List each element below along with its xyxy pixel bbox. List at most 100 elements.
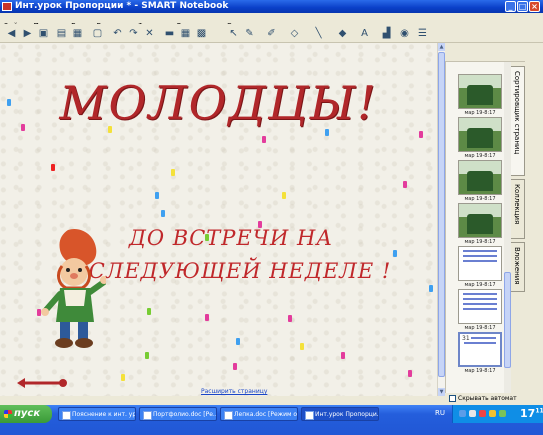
taskbar-item[interactable]: Лепка.doc [Режим о... xyxy=(220,407,298,421)
fill-icon[interactable]: ▟ xyxy=(380,27,393,40)
clock[interactable]: 1711 xyxy=(520,407,543,420)
page-thumbnail[interactable]: мар 19-8:17 xyxy=(458,160,502,203)
confetti xyxy=(419,131,423,138)
tab-attachments-label: Вложения xyxy=(513,247,521,285)
thumbnail-image xyxy=(458,117,502,152)
open-icon[interactable]: ▤ xyxy=(55,27,68,40)
confetti xyxy=(7,99,11,106)
side-tabs: Сортировщик страниц Коллекция Вложения xyxy=(511,62,525,393)
slide-heading: МОЛОДЦЫ! xyxy=(59,76,378,130)
confetti xyxy=(121,374,125,381)
taskbar-item-active[interactable]: Инт.урок Пропорци... xyxy=(301,407,379,421)
confetti xyxy=(429,285,433,292)
paste-icon[interactable]: ▢ xyxy=(91,27,104,40)
page-thumbnail[interactable]: мар 19-8:17 xyxy=(458,203,502,246)
thumbnail-date: мар 19-8:17 xyxy=(464,239,496,245)
forward-icon[interactable]: ▶ xyxy=(21,27,34,40)
redo-icon[interactable]: ↷ xyxy=(127,27,140,40)
tab-gallery[interactable]: Коллекция xyxy=(511,179,525,239)
maximize-button[interactable]: □ xyxy=(517,1,528,12)
minimize-button[interactable]: _ xyxy=(505,1,516,12)
thumbnail-image xyxy=(458,203,502,238)
add-page-icon[interactable]: ▣ xyxy=(37,27,50,40)
confetti xyxy=(341,352,345,359)
more-icon[interactable]: ☰ xyxy=(416,27,429,40)
confetti xyxy=(145,352,149,359)
confetti xyxy=(258,221,262,228)
shape-icon[interactable]: ◆ xyxy=(336,27,349,40)
line-icon[interactable]: ╲ xyxy=(312,27,325,40)
pen-icon[interactable]: ✎ xyxy=(243,27,256,40)
slide-canvas[interactable]: МОЛОДЦЫ! ДО ВСТРЕЧИ НА СЛЕДУЮЩЕЙ НЕДЕЛЕ … xyxy=(0,43,437,396)
properties-icon[interactable]: ◉ xyxy=(398,27,411,40)
language-indicator[interactable]: RU xyxy=(435,409,445,417)
start-button[interactable]: пуск xyxy=(0,405,52,423)
thumbnail-date: мар 19-8:17 xyxy=(464,110,496,116)
network-icon[interactable] xyxy=(459,410,466,417)
thumbnail-date: мар 19-8:17 xyxy=(464,325,496,331)
autohide-label: Скрывать автомат xyxy=(458,395,517,402)
confetti xyxy=(147,308,151,315)
clock-minutes: 11 xyxy=(535,407,543,415)
gnome-character-image xyxy=(41,228,106,348)
tab-page-sorter[interactable]: Сортировщик страниц xyxy=(511,66,525,176)
volume-icon[interactable] xyxy=(469,410,476,417)
display-icon[interactable]: ▩ xyxy=(195,27,208,40)
back-arrow-icon[interactable] xyxy=(17,377,69,389)
autohide-option[interactable]: Скрывать автомат xyxy=(445,393,543,405)
taskbar-item[interactable]: Пояснение к инт. ур... xyxy=(58,407,136,421)
canvas-status-strip xyxy=(0,396,445,405)
back-icon[interactable]: ◀ xyxy=(5,27,18,40)
security-alert-icon[interactable] xyxy=(479,410,486,417)
expand-page-link[interactable]: Расширить страницу xyxy=(201,388,267,395)
save-icon[interactable]: ▦ xyxy=(71,27,84,40)
thumbnail-date: мар 19-8:17 xyxy=(464,153,496,159)
creative-pen-icon[interactable]: ✐ xyxy=(265,27,278,40)
screen-shade-icon[interactable]: ▬ xyxy=(163,27,176,40)
delete-icon[interactable]: ✕ xyxy=(143,27,156,40)
autohide-checkbox[interactable] xyxy=(449,395,456,402)
thumbnail-image: 31 xyxy=(458,332,502,367)
thumbnail-date: мар 19-8:17 xyxy=(464,196,496,202)
system-tray: RU 1711 xyxy=(435,405,543,423)
page-sorter-scroll-thumb[interactable] xyxy=(504,272,511,368)
confetti xyxy=(393,250,397,257)
confetti xyxy=(403,181,407,188)
page-thumbnail[interactable]: мар 19-8:17 xyxy=(458,289,502,332)
confetti xyxy=(288,315,292,322)
tab-attachments[interactable]: Вложения xyxy=(511,242,525,292)
canvas-scrollbar[interactable]: ▲ ▼ xyxy=(437,43,445,396)
confetti xyxy=(108,126,112,133)
table-icon[interactable]: ▦ xyxy=(179,27,192,40)
eraser-icon[interactable]: ◇ xyxy=(288,27,301,40)
keyboard-icon[interactable] xyxy=(489,410,496,417)
confetti xyxy=(262,136,266,143)
scroll-down-icon[interactable]: ▼ xyxy=(438,388,445,396)
taskbar-item[interactable]: Портфолио.doc [Ре... xyxy=(139,407,217,421)
window-titlebar[interactable]: Инт.урок Пропорции * - SMART Notebook _ … xyxy=(0,0,543,13)
thumbnail-image xyxy=(458,160,502,195)
window-title: Инт.урок Пропорции * - SMART Notebook xyxy=(15,1,229,11)
confetti xyxy=(205,234,209,241)
close-button[interactable]: × xyxy=(529,1,540,12)
page-thumbnail[interactable]: мар 19-8:17 xyxy=(458,246,502,289)
page-thumbnail[interactable]: мар 19-8:17 xyxy=(458,117,502,160)
tab-gallery-label: Коллекция xyxy=(513,184,521,225)
clock-hour: 17 xyxy=(520,407,536,420)
scrollbar-thumb[interactable] xyxy=(438,52,445,377)
text-icon[interactable]: A xyxy=(358,27,371,40)
confetti xyxy=(21,124,25,131)
scroll-up-icon[interactable]: ▲ xyxy=(438,43,445,51)
undo-icon[interactable]: ↶ xyxy=(111,27,124,40)
select-icon[interactable]: ↖ xyxy=(227,27,240,40)
confetti xyxy=(282,192,286,199)
update-icon[interactable] xyxy=(499,410,506,417)
confetti xyxy=(161,210,165,217)
side-panel-header xyxy=(445,43,525,62)
page-thumbnail-selected[interactable]: 31 мар 19-8:17 xyxy=(458,332,502,375)
page-number: 31 xyxy=(461,335,471,342)
right-edge-strip xyxy=(525,43,543,396)
tab-page-sorter-label: Сортировщик страниц xyxy=(513,71,521,155)
page-thumbnail[interactable]: мар 19-8:17 xyxy=(458,74,502,117)
page-sorter-scrollbar[interactable] xyxy=(504,62,511,393)
